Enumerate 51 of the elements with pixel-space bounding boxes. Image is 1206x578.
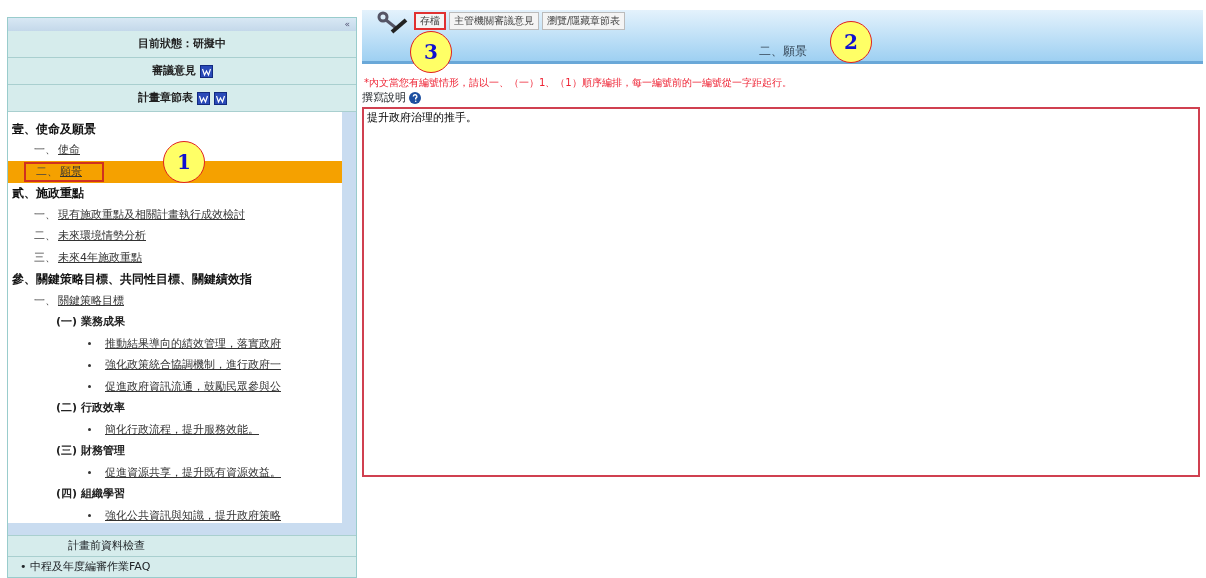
help-icon[interactable]	[409, 92, 421, 105]
tree-link[interactable]: 促進政府資訊流通，鼓勵民眾參與公	[105, 378, 281, 395]
formatting-note: *內文當您有編號情形，請以一、（一）1、（1）順序編排，每一編號前的一編號從一字距起行。	[364, 77, 792, 88]
content-text-area[interactable]: 提升政府治理的推手。	[362, 106, 1200, 477]
tree-link[interactable]: 未來環境情勢分析	[58, 228, 146, 245]
horizontal-scrollbar[interactable]	[8, 523, 356, 535]
bullet-icon	[88, 342, 91, 346]
callout-badge: 1	[163, 141, 205, 183]
section-title: 二、願景	[758, 44, 807, 58]
document-icon[interactable]	[199, 64, 213, 78]
tree-link[interactable]: 未來4年施政重點	[58, 249, 142, 266]
group-heading: (二) 行政效率	[56, 400, 125, 416]
collapse-button[interactable]: «	[344, 20, 350, 29]
document-icon[interactable]	[196, 91, 210, 105]
tree-link[interactable]: 現有施政重點及相關計畫執行成效檢討	[58, 206, 245, 223]
section-heading: 壹、使命及願景	[12, 120, 96, 138]
header-label: 計畫章節表	[137, 89, 193, 106]
tree-link[interactable]: 促進資源共享，提升既有資源效益。	[105, 464, 281, 481]
footer-link[interactable]: 計畫前資料檢查	[68, 537, 145, 555]
number-label: 二、	[34, 228, 56, 244]
vertical-scrollbar[interactable]	[342, 112, 356, 523]
document-icon[interactable]	[213, 91, 227, 105]
section-heading: 參、關鍵策略目標、共同性目標、關鍵績效指	[12, 271, 252, 289]
number-label: 一、	[34, 142, 56, 158]
help-label: 撰寫說明	[362, 90, 406, 106]
header-label: 審議意見	[151, 62, 196, 79]
header-label: 目前狀態：研擬中	[138, 35, 226, 52]
number-label: 二、	[36, 163, 58, 180]
bullet-icon	[88, 428, 91, 432]
group-heading: (一) 業務成果	[56, 314, 125, 330]
group-heading: (三) 財務管理	[56, 443, 125, 459]
section-heading: 貳、施政重點	[12, 185, 84, 203]
tools-icon	[376, 10, 410, 36]
tree-link[interactable]: 強化公共資訊與知識，提升政府策略	[105, 507, 281, 523]
number-label: 一、	[34, 292, 56, 309]
toolbar-tab[interactable]: 主管機關審議意見	[449, 12, 539, 30]
toolbar-tab[interactable]: 瀏覽/隱藏章節表	[542, 12, 626, 30]
bullet-icon	[88, 514, 91, 518]
number-label: 三、	[34, 249, 56, 266]
group-heading: (四) 組織學習	[56, 486, 125, 502]
bullet-icon	[88, 471, 91, 475]
tree-link[interactable]: 願景	[60, 163, 82, 180]
tree-link[interactable]: 推動結果導向的績效管理，落實政府	[105, 335, 281, 352]
number-label: 一、	[34, 206, 56, 223]
bullet-icon	[88, 363, 91, 367]
tree-link[interactable]: 簡化行政流程，提升服務效能。	[105, 421, 259, 438]
tree-link[interactable]: 使命	[58, 142, 80, 159]
tree-link[interactable]: 強化政策統合協調機制，進行政府一	[105, 357, 281, 374]
bullet-icon	[88, 385, 91, 389]
tree-link[interactable]: 關鍵策略目標	[58, 292, 124, 309]
toolbar-tab[interactable]: 存檔	[414, 12, 446, 30]
